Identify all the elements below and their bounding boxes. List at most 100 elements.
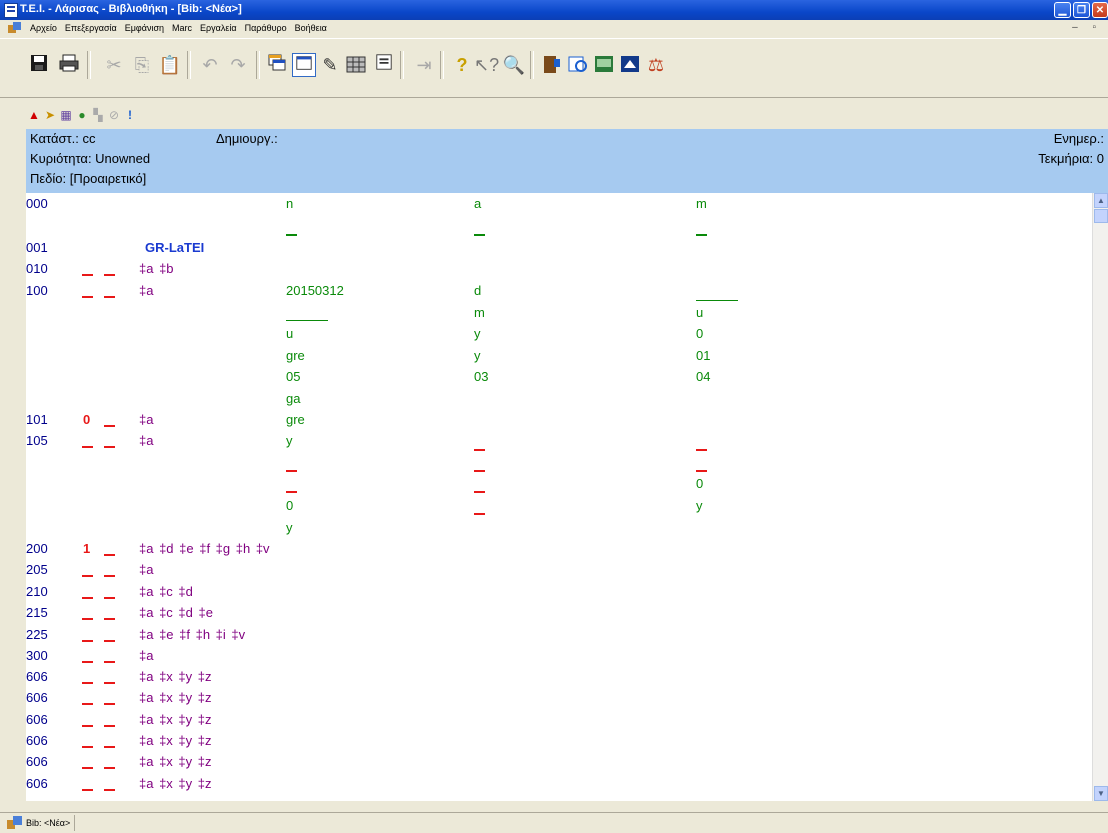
indicator-2[interactable]	[104, 682, 115, 684]
indicator-1[interactable]	[82, 296, 93, 298]
field-row[interactable]: 606 ‡a ‡x ‡y ‡z	[26, 754, 1086, 775]
fixed-value[interactable]: y	[286, 433, 293, 448]
field-row[interactable]: 200 1 ‡a ‡d ‡e ‡f ‡g ‡h ‡v	[26, 541, 1086, 562]
return-books-icon[interactable]	[592, 53, 616, 77]
field-row-001[interactable]: 001 GR-LaTEI	[26, 240, 1086, 261]
minimize-button[interactable]: ▁	[1054, 2, 1071, 18]
field-row[interactable]: 210 ‡a ‡c ‡d	[26, 584, 1086, 605]
field-row[interactable]: 225 ‡a ‡e ‡f ‡h ‡i ‡v	[26, 627, 1086, 648]
field-row-105[interactable]: 105 ‡a y	[26, 433, 1086, 454]
indicator-2[interactable]	[104, 274, 115, 276]
menu-edit[interactable]: Επεξεργασία	[61, 23, 121, 33]
alert-icon[interactable]: !	[122, 107, 138, 123]
redo-icon[interactable]: ↷	[226, 53, 250, 77]
blank-placeholder[interactable]	[286, 320, 328, 321]
blank-placeholder[interactable]	[696, 300, 738, 301]
checkout-icon[interactable]	[540, 53, 564, 77]
fixed-value[interactable]: ga	[286, 391, 300, 406]
fixed-value[interactable]: 03	[474, 369, 488, 384]
window-tab[interactable]: Bib: <Νέα>	[4, 815, 76, 831]
indicator-2[interactable]	[104, 640, 115, 642]
indicator-2[interactable]	[104, 425, 115, 427]
undo-icon[interactable]: ↶	[198, 53, 222, 77]
indicator-1[interactable]	[82, 725, 93, 727]
subfield-codes[interactable]: ‡a	[139, 412, 153, 427]
format-icon[interactable]: ▦	[58, 107, 74, 123]
menu-tools[interactable]: Εργαλεία	[196, 23, 241, 33]
control-number[interactable]: GR-LaTEI	[145, 240, 204, 255]
field-row-100[interactable]: 100 ‡a 20150312	[26, 283, 1086, 304]
menu-view[interactable]: Εμφάνιση	[121, 23, 168, 33]
scroll-down-icon[interactable]: ▼	[1094, 786, 1108, 801]
indicator-2[interactable]	[104, 296, 115, 298]
field-row[interactable]: 606 ‡a ‡x ‡y ‡z	[26, 712, 1086, 733]
fixed-value[interactable]: m	[474, 305, 485, 320]
subfield-codes[interactable]: ‡a ‡x ‡y ‡z	[139, 776, 212, 791]
fixed-value[interactable]: y	[286, 520, 293, 535]
subfield-codes[interactable]: ‡a	[139, 433, 153, 448]
search-icon[interactable]: 🔍	[502, 53, 526, 77]
fixed-value[interactable]: 0	[286, 498, 293, 513]
indicator-2[interactable]	[104, 746, 115, 748]
subfield-codes[interactable]: ‡a	[139, 648, 153, 663]
indicator-1[interactable]	[82, 446, 93, 448]
fixed-value[interactable]: 04	[696, 369, 710, 384]
fixed-value[interactable]: n	[286, 196, 293, 211]
close-button[interactable]: ✕	[1092, 2, 1108, 18]
field-row[interactable]: 606 ‡a ‡x ‡y ‡z	[26, 733, 1086, 754]
indicator-1[interactable]	[82, 767, 93, 769]
indicator-2[interactable]	[104, 446, 115, 448]
field-row-010[interactable]: 010 ‡a ‡b	[26, 261, 1086, 282]
indicator-1[interactable]	[82, 703, 93, 705]
field-row[interactable]: 300 ‡a	[26, 648, 1086, 669]
blank-placeholder[interactable]	[696, 234, 707, 236]
fines-icon[interactable]: ⚖	[644, 53, 668, 77]
fixed-value[interactable]: u	[286, 326, 293, 341]
subfield-codes[interactable]: ‡a ‡d ‡e ‡f ‡g ‡h ‡v	[139, 541, 270, 556]
subfield-codes[interactable]: ‡a ‡c ‡d	[139, 584, 193, 599]
subfield-codes[interactable]: ‡a ‡x ‡y ‡z	[139, 669, 212, 684]
fixed-value[interactable]: 05	[286, 369, 300, 384]
print-icon[interactable]	[57, 53, 81, 77]
indicator-1[interactable]: 1	[83, 541, 90, 556]
indicator-1[interactable]: 0	[83, 412, 90, 427]
indicator-2[interactable]	[104, 575, 115, 577]
menu-window[interactable]: Παράθυρο	[241, 23, 291, 33]
menu-help[interactable]: Βοήθεια	[291, 23, 331, 33]
tile-windows-icon[interactable]	[265, 53, 289, 77]
blank-placeholder[interactable]	[696, 470, 707, 472]
blank-placeholder[interactable]	[474, 513, 485, 515]
fixed-value[interactable]: y	[474, 326, 481, 341]
app-icon[interactable]	[4, 3, 18, 18]
fixed-value[interactable]: y	[474, 348, 481, 363]
indicator-1[interactable]	[82, 597, 93, 599]
fixed-value[interactable]: m	[696, 196, 707, 211]
fixed-value[interactable]: 01	[696, 348, 710, 363]
save-icon[interactable]	[27, 53, 51, 77]
subfield-codes[interactable]: ‡a ‡x ‡y ‡z	[139, 754, 212, 769]
scroll-thumb[interactable]	[1094, 209, 1108, 223]
field-row[interactable]: 606 ‡a ‡x ‡y ‡z	[26, 690, 1086, 711]
field-row-101[interactable]: 101 0 ‡a gre	[26, 412, 1086, 433]
blank-placeholder[interactable]	[286, 234, 297, 236]
record-view-icon[interactable]	[372, 53, 396, 77]
menu-marc[interactable]: Marc	[168, 23, 196, 33]
indicator-2[interactable]	[104, 597, 115, 599]
blank-placeholder[interactable]	[474, 491, 485, 493]
fixed-value[interactable]: d	[474, 283, 481, 298]
indicator-1[interactable]	[82, 746, 93, 748]
bookmark-icon[interactable]: ▚	[90, 107, 106, 123]
context-help-icon[interactable]: ↖?	[474, 53, 499, 77]
indicator-2[interactable]	[104, 661, 115, 663]
fixed-value[interactable]: 0	[696, 326, 703, 341]
subfield-codes[interactable]: ‡a ‡x ‡y ‡z	[139, 690, 212, 705]
paste-icon[interactable]: 📋	[158, 53, 182, 77]
subfield-codes[interactable]: ‡a ‡x ‡y ‡z	[139, 712, 212, 727]
field-row[interactable]: 215 ‡a ‡c ‡d ‡e	[26, 605, 1086, 626]
hide-icon[interactable]: ⊘	[106, 107, 122, 123]
patron-icon[interactable]	[618, 53, 642, 77]
indicator-2[interactable]	[104, 618, 115, 620]
indicator-1[interactable]	[82, 274, 93, 276]
blank-placeholder[interactable]	[286, 470, 297, 472]
fixed-value[interactable]: y	[696, 498, 703, 513]
